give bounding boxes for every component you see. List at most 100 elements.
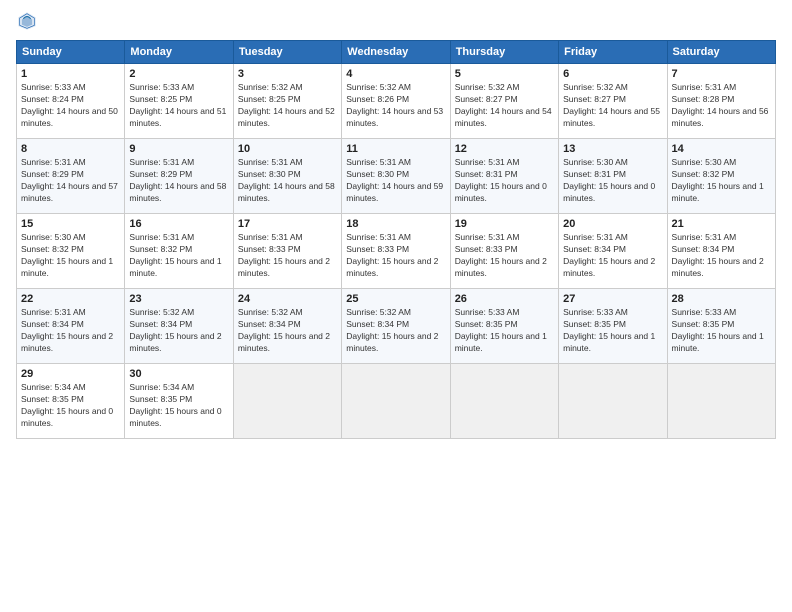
day-detail: Sunrise: 5:32 AM Sunset: 8:27 PM Dayligh… bbox=[563, 82, 662, 130]
day-detail: Sunrise: 5:34 AM Sunset: 8:35 PM Dayligh… bbox=[21, 382, 120, 430]
day-number: 5 bbox=[455, 68, 554, 80]
day-detail: Sunrise: 5:31 AM Sunset: 8:29 PM Dayligh… bbox=[21, 157, 120, 205]
day-cell: 22 Sunrise: 5:31 AM Sunset: 8:34 PM Dayl… bbox=[17, 289, 125, 364]
day-detail: Sunrise: 5:33 AM Sunset: 8:35 PM Dayligh… bbox=[672, 307, 771, 355]
day-number: 30 bbox=[129, 368, 228, 380]
day-detail: Sunrise: 5:30 AM Sunset: 8:31 PM Dayligh… bbox=[563, 157, 662, 205]
day-number: 29 bbox=[21, 368, 120, 380]
day-cell: 12 Sunrise: 5:31 AM Sunset: 8:31 PM Dayl… bbox=[450, 139, 558, 214]
weekday-header-row: SundayMondayTuesdayWednesdayThursdayFrid… bbox=[17, 41, 776, 64]
day-number: 24 bbox=[238, 293, 337, 305]
day-cell: 5 Sunrise: 5:32 AM Sunset: 8:27 PM Dayli… bbox=[450, 64, 558, 139]
day-cell: 9 Sunrise: 5:31 AM Sunset: 8:29 PM Dayli… bbox=[125, 139, 233, 214]
day-cell: 2 Sunrise: 5:33 AM Sunset: 8:25 PM Dayli… bbox=[125, 64, 233, 139]
day-detail: Sunrise: 5:33 AM Sunset: 8:35 PM Dayligh… bbox=[455, 307, 554, 355]
day-cell: 19 Sunrise: 5:31 AM Sunset: 8:33 PM Dayl… bbox=[450, 214, 558, 289]
day-detail: Sunrise: 5:31 AM Sunset: 8:32 PM Dayligh… bbox=[129, 232, 228, 280]
day-number: 12 bbox=[455, 143, 554, 155]
week-row-1: 1 Sunrise: 5:33 AM Sunset: 8:24 PM Dayli… bbox=[17, 64, 776, 139]
page: SundayMondayTuesdayWednesdayThursdayFrid… bbox=[0, 0, 792, 612]
day-number: 8 bbox=[21, 143, 120, 155]
logo bbox=[16, 10, 40, 32]
day-detail: Sunrise: 5:33 AM Sunset: 8:25 PM Dayligh… bbox=[129, 82, 228, 130]
weekday-saturday: Saturday bbox=[667, 41, 775, 64]
day-cell bbox=[667, 364, 775, 439]
day-detail: Sunrise: 5:31 AM Sunset: 8:28 PM Dayligh… bbox=[672, 82, 771, 130]
week-row-3: 15 Sunrise: 5:30 AM Sunset: 8:32 PM Dayl… bbox=[17, 214, 776, 289]
weekday-thursday: Thursday bbox=[450, 41, 558, 64]
day-number: 21 bbox=[672, 218, 771, 230]
day-detail: Sunrise: 5:32 AM Sunset: 8:34 PM Dayligh… bbox=[238, 307, 337, 355]
weekday-friday: Friday bbox=[559, 41, 667, 64]
day-cell: 30 Sunrise: 5:34 AM Sunset: 8:35 PM Dayl… bbox=[125, 364, 233, 439]
day-number: 3 bbox=[238, 68, 337, 80]
day-detail: Sunrise: 5:30 AM Sunset: 8:32 PM Dayligh… bbox=[672, 157, 771, 205]
day-number: 2 bbox=[129, 68, 228, 80]
header bbox=[16, 10, 776, 32]
day-detail: Sunrise: 5:33 AM Sunset: 8:24 PM Dayligh… bbox=[21, 82, 120, 130]
day-cell: 11 Sunrise: 5:31 AM Sunset: 8:30 PM Dayl… bbox=[342, 139, 450, 214]
day-cell bbox=[450, 364, 558, 439]
day-detail: Sunrise: 5:31 AM Sunset: 8:34 PM Dayligh… bbox=[563, 232, 662, 280]
day-number: 7 bbox=[672, 68, 771, 80]
day-detail: Sunrise: 5:32 AM Sunset: 8:26 PM Dayligh… bbox=[346, 82, 445, 130]
day-number: 18 bbox=[346, 218, 445, 230]
day-cell: 21 Sunrise: 5:31 AM Sunset: 8:34 PM Dayl… bbox=[667, 214, 775, 289]
day-detail: Sunrise: 5:32 AM Sunset: 8:34 PM Dayligh… bbox=[129, 307, 228, 355]
day-detail: Sunrise: 5:31 AM Sunset: 8:34 PM Dayligh… bbox=[21, 307, 120, 355]
day-number: 14 bbox=[672, 143, 771, 155]
day-detail: Sunrise: 5:31 AM Sunset: 8:31 PM Dayligh… bbox=[455, 157, 554, 205]
week-row-2: 8 Sunrise: 5:31 AM Sunset: 8:29 PM Dayli… bbox=[17, 139, 776, 214]
day-cell: 15 Sunrise: 5:30 AM Sunset: 8:32 PM Dayl… bbox=[17, 214, 125, 289]
day-cell: 4 Sunrise: 5:32 AM Sunset: 8:26 PM Dayli… bbox=[342, 64, 450, 139]
day-number: 26 bbox=[455, 293, 554, 305]
day-cell: 17 Sunrise: 5:31 AM Sunset: 8:33 PM Dayl… bbox=[233, 214, 341, 289]
calendar-table: SundayMondayTuesdayWednesdayThursdayFrid… bbox=[16, 40, 776, 439]
day-detail: Sunrise: 5:31 AM Sunset: 8:30 PM Dayligh… bbox=[238, 157, 337, 205]
day-detail: Sunrise: 5:33 AM Sunset: 8:35 PM Dayligh… bbox=[563, 307, 662, 355]
day-number: 19 bbox=[455, 218, 554, 230]
day-number: 25 bbox=[346, 293, 445, 305]
day-number: 27 bbox=[563, 293, 662, 305]
day-number: 13 bbox=[563, 143, 662, 155]
day-cell: 16 Sunrise: 5:31 AM Sunset: 8:32 PM Dayl… bbox=[125, 214, 233, 289]
day-number: 9 bbox=[129, 143, 228, 155]
day-number: 6 bbox=[563, 68, 662, 80]
day-detail: Sunrise: 5:31 AM Sunset: 8:33 PM Dayligh… bbox=[346, 232, 445, 280]
day-number: 10 bbox=[238, 143, 337, 155]
day-cell: 25 Sunrise: 5:32 AM Sunset: 8:34 PM Dayl… bbox=[342, 289, 450, 364]
day-number: 17 bbox=[238, 218, 337, 230]
weekday-monday: Monday bbox=[125, 41, 233, 64]
day-number: 11 bbox=[346, 143, 445, 155]
day-cell: 23 Sunrise: 5:32 AM Sunset: 8:34 PM Dayl… bbox=[125, 289, 233, 364]
day-detail: Sunrise: 5:32 AM Sunset: 8:27 PM Dayligh… bbox=[455, 82, 554, 130]
day-detail: Sunrise: 5:31 AM Sunset: 8:33 PM Dayligh… bbox=[238, 232, 337, 280]
day-cell bbox=[559, 364, 667, 439]
day-detail: Sunrise: 5:31 AM Sunset: 8:33 PM Dayligh… bbox=[455, 232, 554, 280]
day-detail: Sunrise: 5:34 AM Sunset: 8:35 PM Dayligh… bbox=[129, 382, 228, 430]
day-number: 1 bbox=[21, 68, 120, 80]
day-cell: 20 Sunrise: 5:31 AM Sunset: 8:34 PM Dayl… bbox=[559, 214, 667, 289]
day-cell: 27 Sunrise: 5:33 AM Sunset: 8:35 PM Dayl… bbox=[559, 289, 667, 364]
day-cell bbox=[342, 364, 450, 439]
day-detail: Sunrise: 5:32 AM Sunset: 8:25 PM Dayligh… bbox=[238, 82, 337, 130]
day-detail: Sunrise: 5:30 AM Sunset: 8:32 PM Dayligh… bbox=[21, 232, 120, 280]
day-detail: Sunrise: 5:31 AM Sunset: 8:34 PM Dayligh… bbox=[672, 232, 771, 280]
day-cell: 10 Sunrise: 5:31 AM Sunset: 8:30 PM Dayl… bbox=[233, 139, 341, 214]
day-detail: Sunrise: 5:31 AM Sunset: 8:30 PM Dayligh… bbox=[346, 157, 445, 205]
day-number: 28 bbox=[672, 293, 771, 305]
day-number: 22 bbox=[21, 293, 120, 305]
day-number: 23 bbox=[129, 293, 228, 305]
day-cell: 1 Sunrise: 5:33 AM Sunset: 8:24 PM Dayli… bbox=[17, 64, 125, 139]
week-row-4: 22 Sunrise: 5:31 AM Sunset: 8:34 PM Dayl… bbox=[17, 289, 776, 364]
day-cell: 13 Sunrise: 5:30 AM Sunset: 8:31 PM Dayl… bbox=[559, 139, 667, 214]
day-number: 20 bbox=[563, 218, 662, 230]
day-cell: 6 Sunrise: 5:32 AM Sunset: 8:27 PM Dayli… bbox=[559, 64, 667, 139]
day-cell: 7 Sunrise: 5:31 AM Sunset: 8:28 PM Dayli… bbox=[667, 64, 775, 139]
day-detail: Sunrise: 5:32 AM Sunset: 8:34 PM Dayligh… bbox=[346, 307, 445, 355]
weekday-tuesday: Tuesday bbox=[233, 41, 341, 64]
day-detail: Sunrise: 5:31 AM Sunset: 8:29 PM Dayligh… bbox=[129, 157, 228, 205]
day-number: 16 bbox=[129, 218, 228, 230]
day-number: 15 bbox=[21, 218, 120, 230]
day-cell: 8 Sunrise: 5:31 AM Sunset: 8:29 PM Dayli… bbox=[17, 139, 125, 214]
